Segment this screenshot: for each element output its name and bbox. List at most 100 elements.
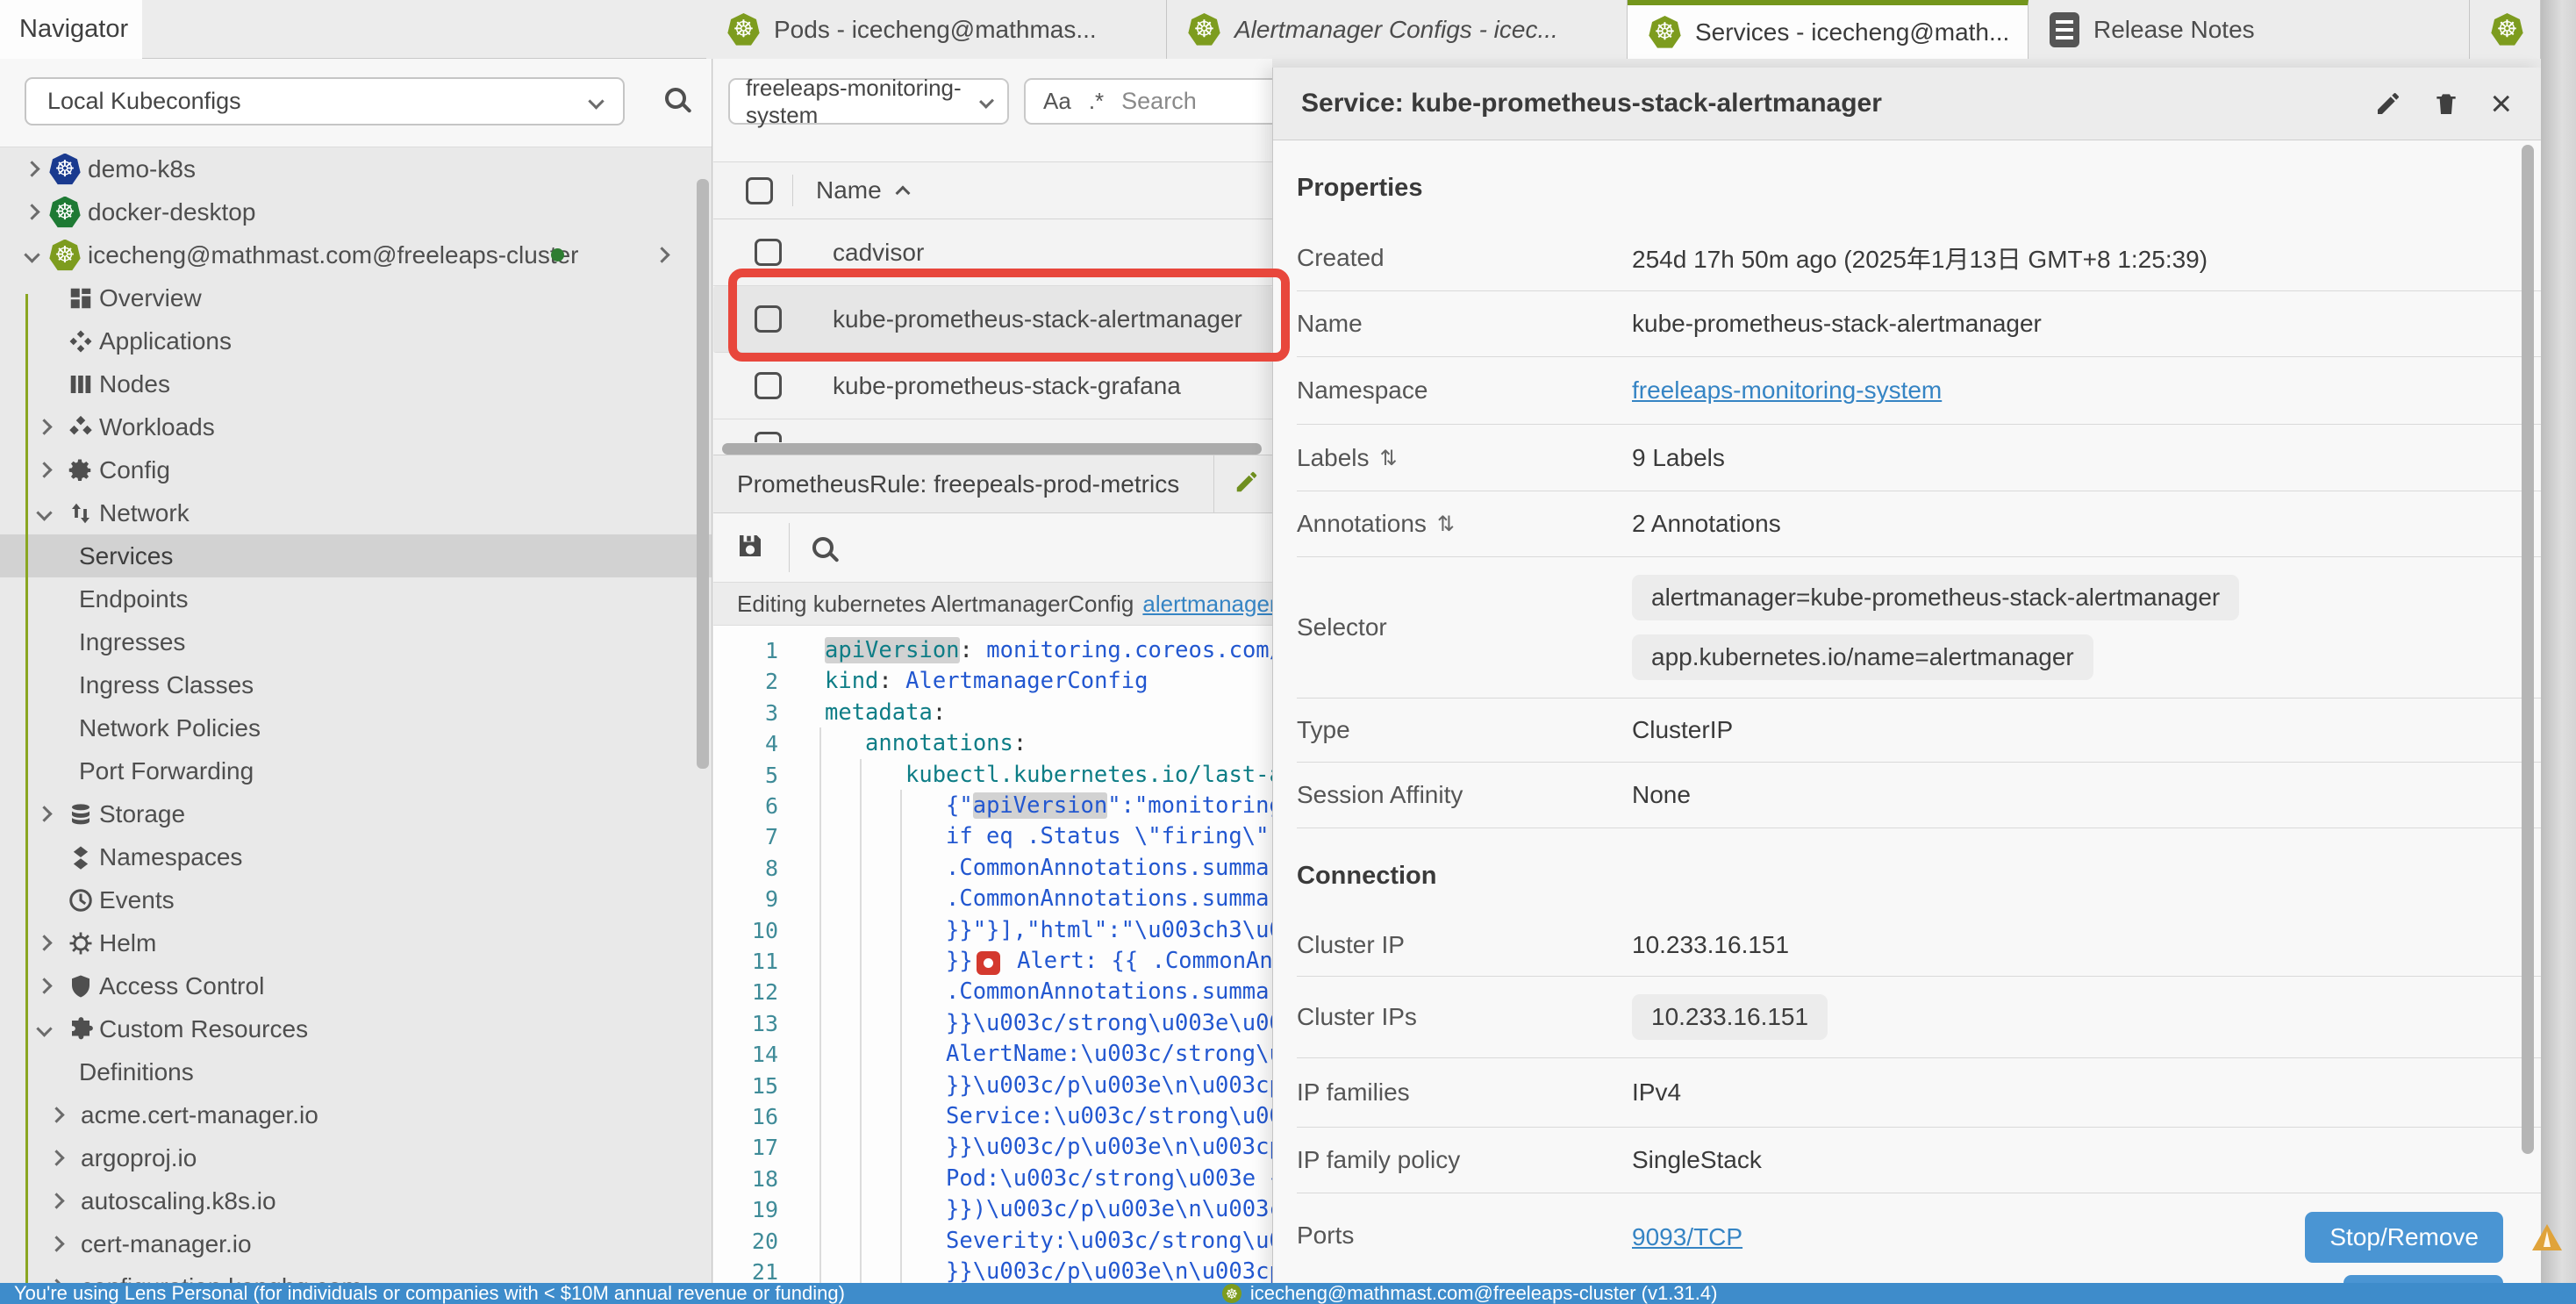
chevron-right-icon[interactable]: [48, 1107, 64, 1122]
tab-3[interactable]: ☸Services - icecheng@math...×: [1628, 0, 2029, 59]
tab-label: Alertmanager Configs - icec...: [1234, 16, 1558, 44]
sidebar-item-port-forwarding[interactable]: Port Forwarding: [0, 749, 712, 792]
alertmanager-link[interactable]: alertmanager: [1142, 591, 1272, 618]
connection-row-ip-families: IP familiesIPv4: [1297, 1058, 2542, 1128]
sidebar-item-ingress-classes[interactable]: Ingress Classes: [0, 663, 712, 706]
sidebar-item-docker-desktop[interactable]: ☸docker-desktop: [0, 190, 712, 233]
search-input[interactable]: Aa .* Search: [1024, 78, 1272, 125]
kubeconfig-select[interactable]: Local Kubeconfigs: [25, 77, 625, 125]
sidebar-scrollbar[interactable]: [697, 179, 709, 769]
tab-5[interactable]: ☸: [2470, 0, 2541, 59]
chevron-right-icon[interactable]: [48, 1193, 64, 1208]
tab-1[interactable]: ☸Pods - icecheng@mathmas...: [706, 0, 1167, 59]
chevron-right-icon[interactable]: [36, 935, 52, 950]
horizontal-scrollbar[interactable]: [722, 443, 1262, 455]
delete-trash-icon[interactable]: [2432, 90, 2460, 118]
sidebar-item-label: Endpoints: [79, 585, 189, 613]
sidebar-item-helm[interactable]: Helm: [0, 921, 712, 964]
forward--button[interactable]: Forward...: [2343, 1275, 2503, 1283]
sidebar-item-config[interactable]: Config: [0, 448, 712, 491]
sidebar-item-network[interactable]: Network: [0, 491, 712, 534]
save-icon[interactable]: [734, 530, 766, 566]
sidebar-item-access-control[interactable]: Access Control: [0, 964, 712, 1007]
namespace-link[interactable]: freeleaps-monitoring-system: [1632, 376, 1942, 405]
line-number: 10: [724, 918, 778, 943]
sidebar-item-workloads[interactable]: Workloads: [0, 405, 712, 448]
chevron-right-icon[interactable]: [36, 462, 52, 477]
port-link[interactable]: 9093/TCP: [1632, 1223, 1742, 1251]
chevron-down-icon[interactable]: [36, 505, 52, 520]
chevron-right-icon[interactable]: [48, 1236, 64, 1251]
regex-icon[interactable]: .*: [1089, 88, 1104, 115]
chevron-right-icon[interactable]: [24, 161, 39, 176]
chevron-down-icon[interactable]: [24, 247, 39, 262]
code-token: AlertmanagerConfig: [905, 668, 1148, 694]
property-value: ClusterIP: [1632, 716, 1733, 744]
column-divider: [792, 175, 793, 206]
line-number: 7: [724, 824, 778, 849]
properties-row-selector: Selectoralertmanager=kube-prometheus-sta…: [1297, 557, 2542, 699]
sort-icon[interactable]: ⇅: [1380, 446, 1398, 470]
storage-icon: [65, 799, 97, 830]
name-column-header[interactable]: Name: [816, 176, 882, 204]
sidebar-item-cert-manager-io[interactable]: cert-manager.io: [0, 1222, 712, 1265]
search-icon[interactable]: [665, 88, 686, 109]
code-token: .CommonAnnotations.summary }}: [946, 855, 1272, 881]
search-placeholder: Search: [1121, 88, 1197, 115]
table-row[interactable]: [713, 419, 1272, 442]
close-icon[interactable]: ×: [2490, 85, 2512, 122]
match-case-icon[interactable]: Aa: [1043, 88, 1071, 115]
tab-2[interactable]: ☸ Alertmanager Configs - icec...: [1167, 0, 1628, 59]
chevron-right-icon[interactable]: [36, 806, 52, 821]
edit-pencil-icon[interactable]: [1234, 469, 1260, 499]
chevron-right-icon[interactable]: [654, 247, 669, 262]
property-label: Created: [1297, 244, 1632, 272]
sidebar-item-applications[interactable]: Applications: [0, 319, 712, 362]
tab-4[interactable]: Release Notes: [2029, 0, 2470, 59]
sidebar-item-demo-k8s[interactable]: ☸demo-k8s: [0, 147, 712, 190]
kubernetes-logo-icon: ☸: [1188, 13, 1220, 46]
sidebar-item-definitions[interactable]: Definitions: [0, 1050, 712, 1093]
property-value: kube-prometheus-stack-alertmanager: [1632, 310, 2042, 338]
namespace-select[interactable]: freeleaps-monitoring-system: [728, 78, 1009, 125]
drawer-scrollbar[interactable]: [2522, 145, 2534, 1154]
yaml-editor[interactable]: 1apiVersion: monitoring.coreos.com/v12ki…: [713, 626, 1272, 1283]
sidebar-item-storage[interactable]: Storage: [0, 792, 712, 835]
row-checkbox[interactable]: [755, 432, 782, 442]
chevron-down-icon[interactable]: [36, 1021, 52, 1036]
sidebar-item-events[interactable]: Events: [0, 878, 712, 921]
sidebar-item-endpoints[interactable]: Endpoints: [0, 577, 712, 620]
sidebar-item-namespaces[interactable]: Namespaces: [0, 835, 712, 878]
sidebar-item-overview[interactable]: Overview: [0, 276, 712, 319]
sidebar-item-icecheng-mathmast-com-freeleaps-cluster[interactable]: ☸icecheng@mathmast.com@freeleaps-cluster: [0, 233, 712, 276]
select-all-checkbox[interactable]: [746, 177, 773, 204]
sidebar-item-services[interactable]: Services: [0, 534, 712, 577]
stop-remove-button[interactable]: Stop/Remove: [2305, 1212, 2503, 1263]
table-row[interactable]: kube-prometheus-stack-grafana: [713, 353, 1272, 419]
code-line: if eq .Status \"firing\" }}: [946, 820, 1272, 852]
namespace-select-value: freeleaps-monitoring-system: [746, 75, 982, 129]
code-line: }} Alert: {{ .CommonAnnotations: [946, 945, 1272, 977]
chevron-right-icon[interactable]: [48, 1150, 64, 1165]
sidebar-item-ingresses[interactable]: Ingresses: [0, 620, 712, 663]
row-checkbox[interactable]: [755, 372, 782, 399]
sidebar-item-acme-cert-manager-io[interactable]: acme.cert-manager.io: [0, 1093, 712, 1136]
sidebar-item-nodes[interactable]: Nodes: [0, 362, 712, 405]
edit-pencil-icon[interactable]: [2374, 90, 2402, 118]
prometheus-rule-panel[interactable]: PrometheusRule: freepeals-prod-metrics: [713, 455, 1272, 513]
sort-icon[interactable]: ⇅: [1437, 512, 1455, 536]
chevron-right-icon[interactable]: [36, 419, 52, 434]
divider: [789, 523, 790, 572]
editor-search-icon[interactable]: [812, 537, 834, 558]
sidebar-item-argoproj-io[interactable]: argoproj.io: [0, 1136, 712, 1179]
sidebar-item-custom-resources[interactable]: Custom Resources: [0, 1007, 712, 1050]
sidebar-item-configuration-konghq-com[interactable]: configuration.konghq.com: [0, 1265, 712, 1283]
navigator-panel-tab[interactable]: Navigator: [0, 0, 142, 59]
sidebar-item-network-policies[interactable]: Network Policies: [0, 706, 712, 749]
chevron-right-icon[interactable]: [36, 978, 52, 993]
sidebar-item-autoscaling-k8s-io[interactable]: autoscaling.k8s.io: [0, 1179, 712, 1222]
cluster-tree: ☸demo-k8s☸docker-desktop☸icecheng@mathma…: [0, 147, 712, 1283]
sort-ascending-icon[interactable]: [895, 186, 910, 201]
row-checkbox[interactable]: [755, 239, 782, 266]
chevron-right-icon[interactable]: [24, 204, 39, 219]
